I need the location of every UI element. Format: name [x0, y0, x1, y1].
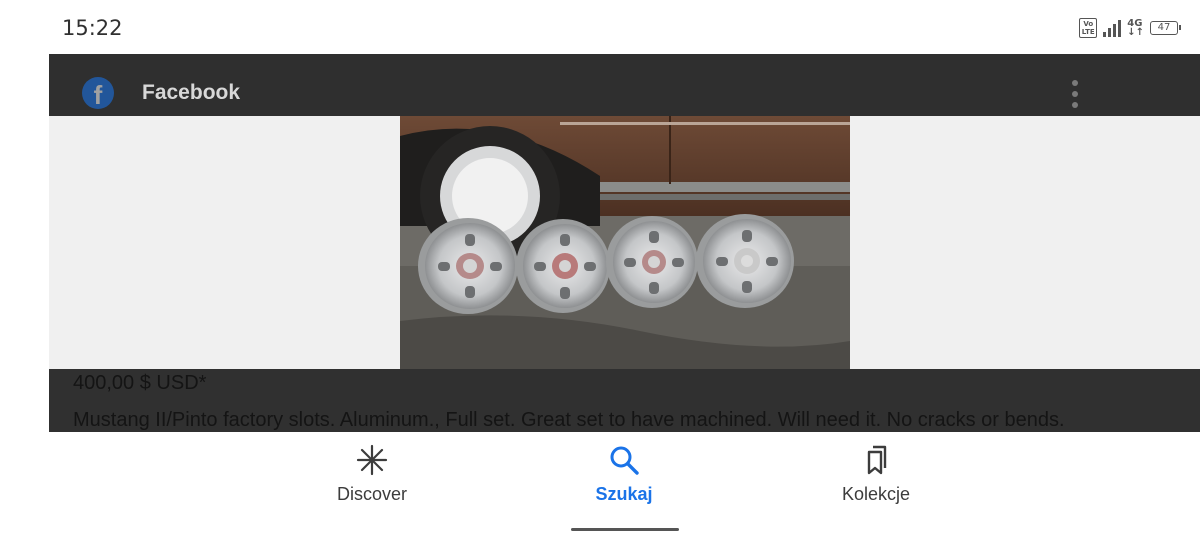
caption-bar: 400,00 $ USD* Mustang II/Pinto factory s… [49, 369, 1200, 432]
nav-discover-label: Discover [336, 484, 407, 504]
battery-icon: 47 [1150, 21, 1181, 35]
discover-icon [356, 444, 388, 476]
more-options-icon[interactable] [1070, 80, 1080, 108]
status-bar: 15:22 Vo LTE 4G ↓↑ 47 [0, 0, 1200, 54]
home-indicator[interactable] [571, 528, 679, 531]
image-viewer: f Facebook 400,00 $ USD* Mustang II/Pint… [49, 54, 1200, 432]
facebook-icon[interactable]: f [82, 77, 114, 109]
nav-discover[interactable]: Discover [292, 444, 452, 505]
signal-icon [1103, 19, 1122, 37]
price-text: 400,00 $ USD* [73, 372, 207, 394]
description-text: Mustang II/Pinto factory slots. Aluminum… [73, 409, 1065, 431]
status-time: 15:22 [62, 16, 123, 40]
nav-search-label: Szukaj [595, 484, 653, 504]
nav-search[interactable]: Szukaj [544, 444, 704, 505]
status-icons: Vo LTE 4G ↓↑ 47 [1079, 17, 1181, 39]
source-name[interactable]: Facebook [142, 81, 240, 105]
network-type-icon: 4G ↓↑ [1127, 18, 1144, 38]
search-icon [610, 446, 639, 475]
bottom-navigation: Discover Szukaj Kolekcje [0, 432, 1200, 540]
product-image[interactable] [400, 116, 850, 369]
wheels-photo [400, 116, 850, 369]
bookmarks-icon [867, 445, 887, 475]
source-header: f Facebook [49, 54, 1200, 116]
nav-collections[interactable]: Kolekcje [796, 444, 956, 505]
nav-collections-label: Kolekcje [841, 484, 911, 504]
volte-icon: Vo LTE [1079, 18, 1098, 38]
